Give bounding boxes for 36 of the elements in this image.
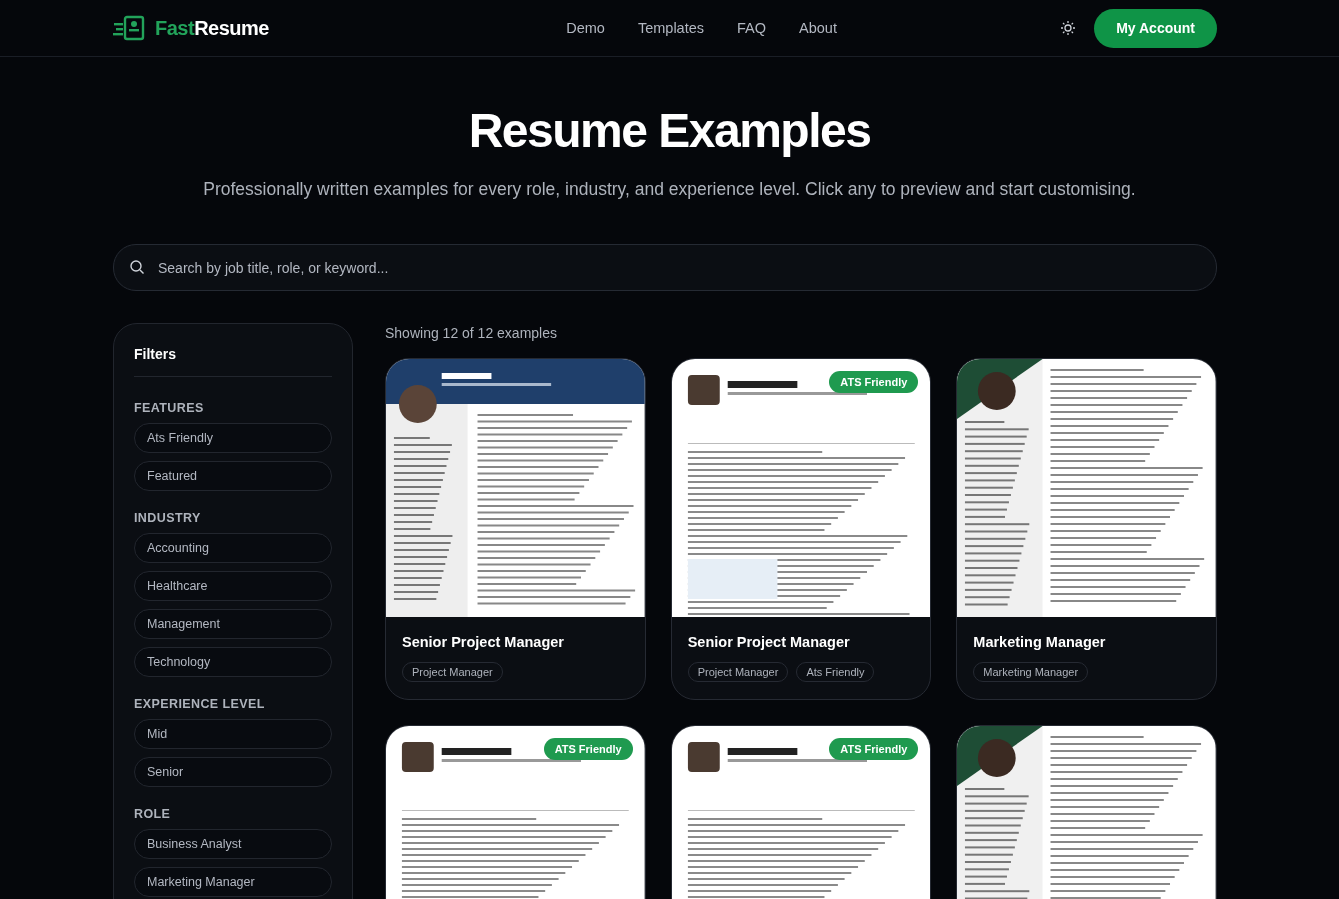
filter-heading: INDUSTRY [134, 511, 202, 525]
nav-link[interactable]: About [799, 20, 837, 36]
filter-chip[interactable]: Healthcare [134, 571, 332, 601]
nav-link[interactable]: Templates [637, 20, 704, 36]
filter-chip[interactable]: Marketing Manager [134, 867, 332, 897]
filter-chip[interactable]: Mid [134, 719, 332, 749]
filter-chip[interactable]: Senior [134, 757, 332, 787]
nav-link[interactable]: FAQ [737, 20, 767, 36]
page-subtitle: Professionally written examples for every role, industry, and experience level. Click any to preview and start customising. [202, 179, 1137, 200]
sun-icon[interactable] [1060, 20, 1077, 36]
filter-chip[interactable]: Management [134, 609, 332, 639]
resume-card[interactable]: Marketing Manager Marketing Manager [956, 358, 1217, 700]
card-title: Senior Project Manager [687, 634, 851, 650]
search-icon [129, 259, 145, 275]
nav-link[interactable]: Demo [566, 20, 605, 36]
card-title: Senior Project Manager [402, 634, 565, 650]
ats-badge: ATS Friendly [829, 371, 919, 393]
resume-card[interactable]: ATS Friendly Senior Project Manager Project Manager Ats Friendly [670, 358, 932, 700]
filter-heading: ROLE [134, 807, 172, 821]
filters-title: Filters [134, 346, 177, 362]
logo-text[interactable]: FastResume [155, 16, 269, 40]
filter-heading: EXPERIENCE LEVEL [134, 697, 266, 711]
filter-heading: FEATURES [134, 401, 205, 415]
card-title: Marketing Manager [973, 634, 1107, 650]
page-title: Resume Examples [467, 103, 872, 159]
resume-card[interactable]: Senior Project Manager Project Manager [385, 358, 646, 700]
ats-badge: ATS Friendly [543, 738, 633, 760]
filter-chip[interactable]: Featured [134, 461, 332, 491]
filter-chip[interactable]: Technology [134, 647, 332, 677]
filter-chip[interactable]: Business Analyst [134, 829, 332, 859]
filter-chip[interactable]: Ats Friendly [134, 423, 332, 453]
search-field[interactable]: Search by job title, role, or keyword... [113, 244, 1217, 291]
account-button[interactable]: My Account [1094, 8, 1217, 48]
filter-chip[interactable]: Accounting [134, 533, 332, 563]
ats-badge: ATS Friendly [829, 738, 919, 760]
results-count: Showing 12 of 12 examples [385, 325, 558, 341]
